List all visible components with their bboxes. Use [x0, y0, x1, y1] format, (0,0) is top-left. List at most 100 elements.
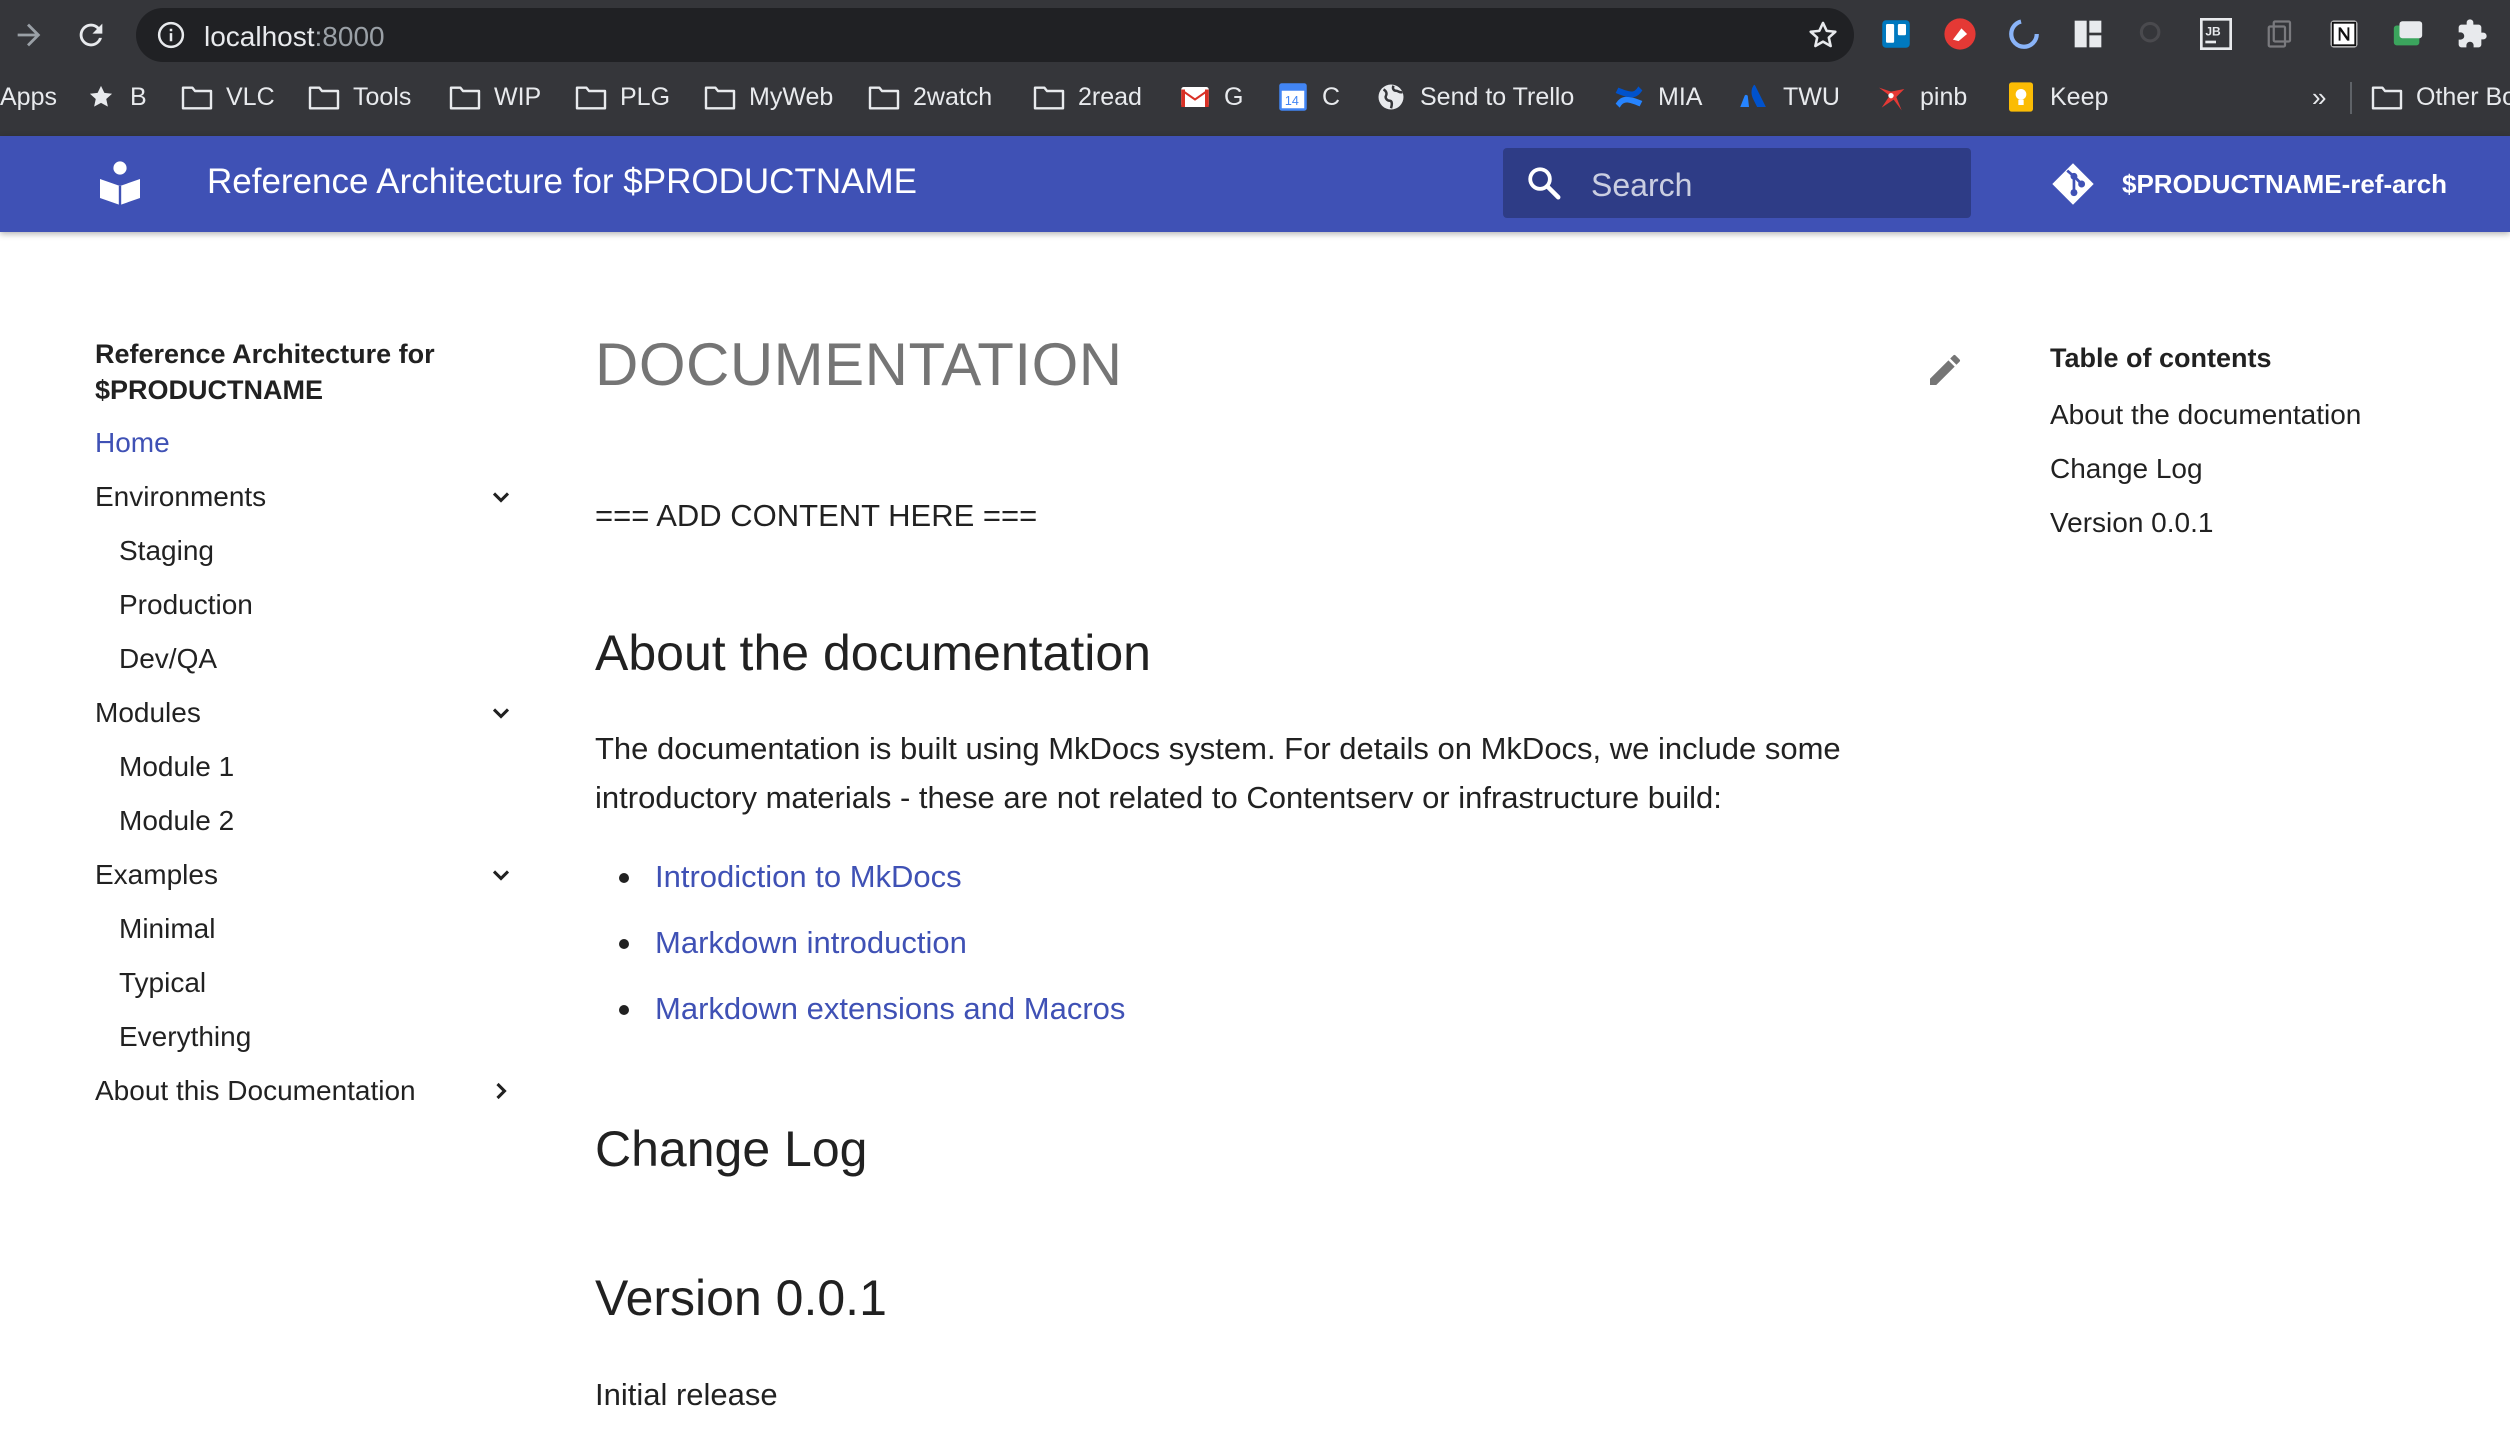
- bookmark-star-icon[interactable]: [1806, 18, 1840, 52]
- bookmark-other-bookmarks[interactable]: Other Bo: [2370, 76, 2510, 118]
- search-input[interactable]: Search: [1503, 148, 1971, 218]
- red-extension-icon[interactable]: [1940, 14, 1980, 54]
- git-icon: [2052, 163, 2094, 205]
- folder-icon: [2370, 80, 2404, 114]
- bookmark-send-to-trello[interactable]: Send to Trello: [1374, 76, 1574, 118]
- bookmark-label: Other Bo: [2416, 82, 2510, 111]
- header-title: Reference Architecture for $PRODUCTNAME: [207, 162, 917, 201]
- sidebar-item-label: Everything: [119, 1021, 252, 1052]
- address-bar[interactable]: localhost:8000: [136, 8, 1854, 62]
- bookmark-label: Send to Trello: [1420, 82, 1575, 111]
- repo-name: $PRODUCTNAME-ref-arch: [2122, 168, 2448, 199]
- pinboard-icon: [1874, 80, 1908, 114]
- calendar-icon: 14: [1276, 80, 1310, 114]
- chevron-down-icon[interactable]: [487, 861, 515, 889]
- link-markdown-extensions[interactable]: Markdown extensions and Macros: [655, 991, 1125, 1026]
- trello-extension-icon[interactable]: [1876, 14, 1916, 54]
- green-extension-icon[interactable]: [2388, 14, 2428, 54]
- toc-item-change-log[interactable]: Change Log: [2050, 442, 2470, 496]
- search-extension-icon[interactable]: [2132, 14, 2172, 54]
- folder-icon: [703, 80, 737, 114]
- bullet: [619, 873, 629, 883]
- folder-icon: [180, 80, 214, 114]
- chevron-right-icon[interactable]: [487, 1077, 515, 1105]
- bookmark-label: B: [130, 82, 147, 111]
- loader-extension-icon[interactable]: [2004, 14, 2044, 54]
- star-icon: [84, 80, 118, 114]
- list-item: Markdown introduction: [595, 910, 1795, 976]
- sidebar-site-title: Reference Architecture for $PRODUCTNAME: [95, 339, 435, 405]
- sidebar-item-module-2[interactable]: Module 2: [95, 794, 515, 848]
- bookmark-folder-tools[interactable]: Tools: [307, 76, 411, 118]
- resource-link-list: Introdiction to MkDocs Markdown introduc…: [595, 844, 1795, 1042]
- edit-pencil-icon[interactable]: [1925, 350, 1965, 390]
- info-icon[interactable]: [156, 20, 186, 50]
- link-intro-to-mkdocs[interactable]: Introdiction to MkDocs: [655, 859, 962, 894]
- confluence-icon: [1612, 80, 1646, 114]
- bookmark-folder-plg[interactable]: PLG: [574, 76, 670, 118]
- notion-extension-icon[interactable]: [2324, 14, 2364, 54]
- jb-extension-icon[interactable]: JB: [2196, 14, 2236, 54]
- site-logo[interactable]: [96, 158, 144, 211]
- sidebar-item-modules[interactable]: Modules: [95, 686, 515, 740]
- bookmark-folder-wip[interactable]: WIP: [448, 76, 541, 118]
- list-item: Introdiction to MkDocs: [595, 844, 1795, 910]
- chevron-down-icon[interactable]: [487, 699, 515, 727]
- sidebar-item-label: Dev/QA: [119, 643, 218, 674]
- table-of-contents: Table of contents About the documentatio…: [2050, 336, 2470, 550]
- sidebar-item-environments[interactable]: Environments: [95, 470, 515, 524]
- sidebar-item-examples[interactable]: Examples: [95, 848, 515, 902]
- url-port: :8000: [314, 21, 385, 52]
- folder-icon: [867, 80, 901, 114]
- bookmark-twu[interactable]: TWU: [1737, 76, 1840, 118]
- sidebar-item-everything[interactable]: Everything: [95, 1010, 515, 1064]
- sidebar-item-module-1[interactable]: Module 1: [95, 740, 515, 794]
- bookmark-apps[interactable]: Apps: [0, 76, 57, 118]
- sidebar-item-dev-qa[interactable]: Dev/QA: [95, 632, 515, 686]
- reload-button[interactable]: [66, 10, 116, 60]
- svg-text:JB: JB: [2205, 24, 2221, 38]
- bookmark-folder-2read[interactable]: 2read: [1032, 76, 1142, 118]
- copy-extension-icon[interactable]: [2260, 14, 2300, 54]
- toc-item-about[interactable]: About the documentation: [2050, 388, 2470, 442]
- folder-icon: [448, 80, 482, 114]
- bookmark-pinb[interactable]: pinb: [1874, 76, 1967, 118]
- overflow-chevron-icon: »: [2312, 81, 2327, 112]
- bookmark-mia[interactable]: MIA: [1612, 76, 1702, 118]
- puzzle-extensions-icon[interactable]: [2452, 14, 2492, 54]
- sidebar-item-about-this-documentation[interactable]: About this Documentation: [95, 1064, 515, 1118]
- sidebar-item-typical[interactable]: Typical: [95, 956, 515, 1010]
- toc-item-version[interactable]: Version 0.0.1: [2050, 496, 2470, 550]
- sidebar-item-minimal[interactable]: Minimal: [95, 902, 515, 956]
- sidebar-nav: Reference Architecture for $PRODUCTNAME …: [95, 336, 515, 1118]
- forward-button[interactable]: [4, 10, 54, 60]
- bookmark-calendar[interactable]: 14 C: [1276, 76, 1340, 118]
- sidebar-item-home[interactable]: Home: [95, 416, 515, 470]
- toc-title: Table of contents: [2050, 343, 2272, 373]
- atlassian-icon: [1737, 80, 1771, 114]
- bookmark-keep[interactable]: Keep: [2004, 76, 2108, 118]
- sidebar-item-staging[interactable]: Staging: [95, 524, 515, 578]
- about-paragraph: The documentation is built using MkDocs …: [595, 731, 1841, 815]
- url-text: localhost:8000: [204, 21, 385, 53]
- bookmark-folder-vlc[interactable]: VLC: [180, 76, 275, 118]
- bullet: [619, 1005, 629, 1015]
- heading-about-the-documentation: About the documentation: [595, 625, 1151, 681]
- chevron-down-icon[interactable]: [487, 483, 515, 511]
- content-placeholder-text: === ADD CONTENT HERE ===: [595, 498, 1038, 533]
- sidebar-item-label: Staging: [119, 535, 214, 566]
- bookmark-b[interactable]: B: [84, 76, 147, 118]
- bookmark-folder-myweb[interactable]: MyWeb: [703, 76, 833, 118]
- bookmark-gmail[interactable]: G: [1178, 76, 1243, 118]
- bookmark-label: WIP: [494, 82, 542, 111]
- sidebar-item-label: Modules: [95, 697, 201, 728]
- search-placeholder: Search: [1591, 167, 1693, 203]
- sidebar-item-production[interactable]: Production: [95, 578, 515, 632]
- dashboard-extension-icon[interactable]: [2068, 14, 2108, 54]
- repo-link[interactable]: $PRODUCTNAME-ref-arch: [2050, 160, 2447, 208]
- bookmark-label: pinb: [1920, 82, 1968, 111]
- bookmark-folder-2watch[interactable]: 2watch: [867, 76, 992, 118]
- link-markdown-introduction[interactable]: Markdown introduction: [655, 925, 967, 960]
- forward-arrow-icon: [17, 23, 41, 47]
- bookmarks-overflow-button[interactable]: »: [2312, 76, 2326, 118]
